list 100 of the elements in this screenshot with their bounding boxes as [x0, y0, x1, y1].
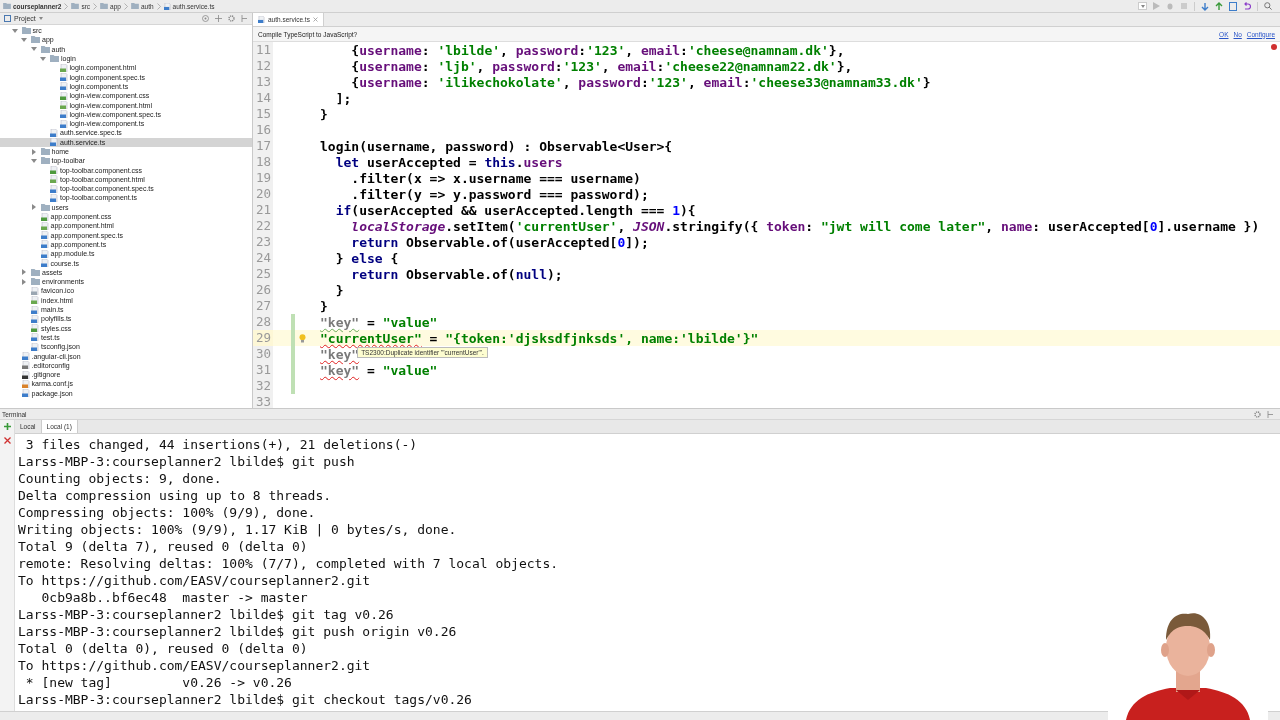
code-line: "key" = "value" [320, 362, 438, 378]
settings-icon[interactable] [228, 15, 235, 22]
line-number: 15 [253, 106, 273, 122]
line-number: 18 [253, 154, 273, 170]
add-icon[interactable] [3, 423, 11, 430]
caret-icon[interactable] [30, 157, 37, 164]
caret-icon[interactable] [40, 55, 46, 62]
terminal-line: Larss-MBP-3:courseplanner2 lbilde$ git push origin v0.26 [18, 623, 457, 640]
code-line: {username: 'ljb', password:'123', email:'cheese22@namnam22.dk'}, [350, 58, 853, 74]
caret-icon[interactable] [30, 46, 37, 53]
file-icon [258, 16, 265, 23]
code-line: "key" [320, 346, 360, 362]
code-line: } [320, 298, 328, 314]
caret-icon[interactable] [21, 36, 27, 43]
file-icon [40, 221, 49, 230]
code-line: .filter(y => y.password === password); [350, 186, 649, 202]
file-icon [59, 73, 68, 82]
search-icon[interactable] [1264, 2, 1272, 10]
line-number: 21 [253, 202, 273, 218]
chevron-icon [156, 2, 161, 10]
terminal-line: * [new tag] v0.26 -> v0.26 [24, 674, 292, 691]
line-number: 16 [253, 122, 273, 138]
hide-icon[interactable] [241, 15, 248, 22]
undo-icon[interactable] [1243, 2, 1251, 10]
close-icon[interactable] [312, 17, 318, 22]
caret-icon[interactable] [21, 278, 27, 285]
code-line: login(username, password) : Observable<User>{ [320, 138, 673, 154]
terminal-line: 0cb9a8b..bf6ec48 master -> master [40, 589, 308, 606]
file-icon [21, 389, 30, 398]
close-icon[interactable] [3, 437, 11, 444]
caret-icon[interactable] [30, 204, 37, 211]
line-number: 19 [253, 170, 273, 186]
chevron-icon [93, 2, 98, 10]
folder-icon [130, 3, 139, 9]
code-line: return Observable.of(userAccepted[0]); [350, 234, 649, 250]
file-icon [40, 249, 49, 258]
line-number: 31 [253, 362, 273, 378]
chevron-icon [64, 2, 69, 10]
vcs-commit-icon[interactable] [1215, 1, 1223, 11]
settings-icon[interactable] [1254, 410, 1261, 418]
error-indicator-icon [1271, 44, 1277, 50]
caret-icon [1140, 4, 1145, 8]
line-number: 29 [253, 330, 273, 346]
line-number: 27 [253, 298, 273, 314]
code-line: } [320, 106, 328, 122]
terminal-line: Larss-MBP-3:courseplanner2 lbilde$ git tag v0.26 [18, 606, 394, 623]
file-icon [21, 370, 30, 379]
line-number: 17 [253, 138, 273, 154]
file-icon [59, 119, 68, 128]
file-icon [21, 352, 30, 361]
folder-icon [100, 3, 109, 9]
terminal-line: Delta compression using up to 8 threads. [18, 487, 332, 504]
terminal-line: remote: Resolving deltas: 100% (7/7), completed with 7 local objects. [18, 555, 559, 572]
file-icon [40, 212, 49, 221]
terminal-line: Writing objects: 100% (9/9), 1.17 KiB | 0 bytes/s, done. [18, 521, 457, 538]
terminal-line: Larss-MBP-3:courseplanner2 lbilde$ git push [18, 453, 355, 470]
line-number: 24 [253, 250, 273, 266]
line-number: 12 [253, 58, 273, 74]
line-number: 20 [253, 186, 273, 202]
code-line: } [334, 282, 344, 298]
file-icon [40, 259, 49, 268]
terminal-line: Larss-MBP-3:courseplanner2 lbilde$ git checkout tags/v0.26 [18, 691, 472, 708]
code-line: "currentUser" = "{token:'djsksdfjnksds', name:'lbilde'}" [320, 330, 759, 346]
project-icon [4, 15, 11, 22]
code-line: if(userAccepted && userAccepted.length === 1){ [334, 202, 696, 218]
caret-icon [38, 17, 43, 20]
chevron-icon [123, 2, 128, 10]
code-line: localStorage.setItem('currentUser', JSON.stringify({ token: "jwt will come later", name: userAccepted[0].username }) [350, 218, 1260, 234]
caret-icon[interactable] [21, 269, 27, 276]
code-line: {username: 'lbilde', password:'123', email:'cheese@namnam.dk'}, [350, 42, 845, 58]
file-icon [21, 361, 30, 370]
code-line: "key" = "value" [320, 314, 438, 330]
code-line: } else { [334, 250, 399, 266]
line-number: 23 [253, 234, 273, 250]
hide-icon[interactable] [1267, 410, 1274, 418]
file-icon [21, 379, 30, 388]
line-number: 30 [253, 346, 273, 362]
caret-icon[interactable] [11, 27, 18, 34]
file-icon [40, 240, 49, 249]
code-line: .filter(x => x.username === username) [350, 170, 641, 186]
terminal-line: To https://github.com/EASV/courseplanner2.git [18, 657, 371, 674]
file-icon [59, 110, 68, 119]
run-config-dropdown[interactable] [1138, 2, 1147, 10]
folder-icon [71, 3, 80, 9]
code-line: {username: 'ilikechokolate', password:'123', email:'cheese33@namnam33.dk'} [350, 74, 931, 90]
line-number: 11 [253, 42, 273, 58]
file-icon [59, 82, 68, 91]
line-number: 25 [253, 266, 273, 282]
file-icon [59, 91, 68, 100]
collapse-icon[interactable] [215, 15, 222, 22]
line-number: 32 [253, 378, 273, 394]
line-number: 26 [253, 282, 273, 298]
code-line: return Observable.of(null); [350, 266, 563, 282]
vcs-update-icon[interactable] [1201, 1, 1209, 11]
terminal-line: Total 0 (delta 0), reused 0 (delta 0) [18, 640, 308, 657]
terminal-line: 3 files changed, 44 insertions(+), 21 deletions(-) [24, 436, 418, 453]
locate-icon[interactable] [202, 15, 209, 22]
line-number: 33 [253, 394, 273, 408]
lightbulb-icon[interactable] [299, 333, 306, 343]
code-line: let userAccepted = this.users [334, 154, 563, 170]
